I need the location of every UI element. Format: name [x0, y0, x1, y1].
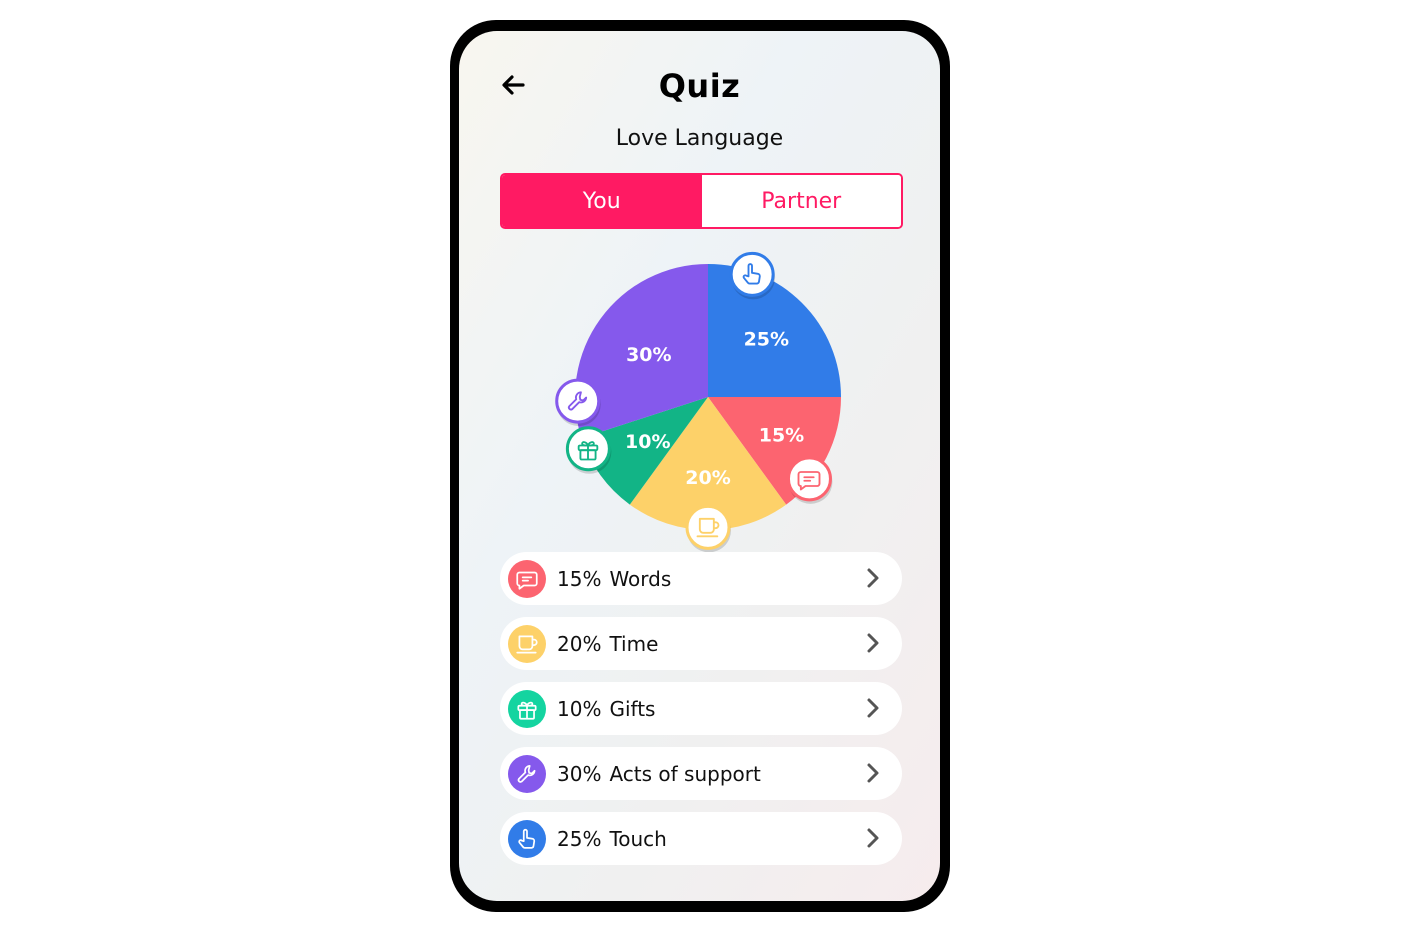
- row-label: 25% Touch: [557, 827, 667, 851]
- phone-frame: Quiz Love Language You Partner 25% 15% 20%…: [450, 20, 950, 912]
- person-toggle: You Partner: [500, 173, 903, 229]
- wrench-icon: [517, 764, 536, 783]
- list-item-time[interactable]: 20% Time: [500, 617, 902, 670]
- quiz-screen: Quiz Love Language You Partner 25% 15% 20%…: [459, 31, 940, 901]
- page-title: Quiz: [658, 67, 741, 105]
- pie-label-touch: 25%: [744, 329, 789, 351]
- chat-bubble-icon: [516, 571, 538, 590]
- list-item-touch[interactable]: 25% Touch: [500, 812, 902, 865]
- chevron-right-icon: [867, 763, 879, 783]
- love-language-pie-chart: 25% 15% 20% 10% 30%: [549, 251, 869, 553]
- row-icon-badge: [508, 624, 546, 663]
- coffee-cup-icon: [696, 518, 720, 538]
- row-name: Touch: [609, 826, 667, 851]
- row-label: 10% Gifts: [557, 697, 655, 721]
- pie-badge-gifts: [565, 426, 612, 474]
- row-icon-badge: [508, 559, 546, 598]
- row-percent: 25%: [557, 826, 602, 851]
- row-label: 30% Acts of support: [557, 762, 761, 786]
- row-percent: 15%: [557, 566, 602, 591]
- pie-badge-time: [685, 504, 731, 553]
- chevron-right-icon: [867, 633, 879, 653]
- results-list: 15% Words 20% Time 10% Gifts 30% Acts of…: [500, 552, 902, 877]
- chat-bubble-icon: [798, 470, 821, 491]
- hand-pointing-icon: [518, 828, 536, 849]
- row-label: 15% Words: [557, 567, 671, 591]
- pie-label-words: 15%: [759, 424, 804, 446]
- pie-label-gifts: 10%: [625, 431, 670, 453]
- chevron-right-icon: [867, 828, 879, 848]
- pie-chart-svg: 25% 15% 20% 10% 30%: [555, 251, 841, 553]
- chevron-right-icon: [867, 568, 879, 588]
- row-percent: 20%: [557, 631, 602, 656]
- gift-icon: [517, 701, 537, 720]
- row-label: 20% Time: [557, 632, 658, 656]
- row-icon-badge: [508, 819, 546, 858]
- tab-partner[interactable]: Partner: [701, 175, 901, 227]
- page-subtitle: Love Language: [615, 126, 784, 151]
- pie-badge-words: [786, 456, 833, 504]
- row-icon-badge: [508, 754, 546, 793]
- pie-badge-support: [555, 378, 601, 427]
- gift-icon: [578, 440, 599, 461]
- coffee-cup-icon: [516, 635, 538, 654]
- pie-badge-touch: [729, 251, 776, 300]
- wrench-icon: [567, 391, 587, 411]
- row-name: Acts of support: [609, 761, 761, 786]
- row-name: Gifts: [609, 696, 656, 721]
- tab-you[interactable]: You: [502, 175, 702, 227]
- list-item-support[interactable]: 30% Acts of support: [500, 747, 902, 800]
- row-name: Time: [609, 631, 659, 656]
- row-percent: 10%: [557, 696, 602, 721]
- pie-label-support: 30%: [626, 344, 671, 366]
- list-item-gifts[interactable]: 10% Gifts: [500, 682, 902, 735]
- row-percent: 30%: [557, 761, 602, 786]
- list-item-words[interactable]: 15% Words: [500, 552, 902, 605]
- chevron-right-icon: [867, 698, 879, 718]
- row-name: Words: [609, 566, 672, 591]
- hand-pointing-icon: [742, 263, 761, 285]
- row-icon-badge: [508, 689, 546, 728]
- pie-label-time: 20%: [685, 467, 730, 489]
